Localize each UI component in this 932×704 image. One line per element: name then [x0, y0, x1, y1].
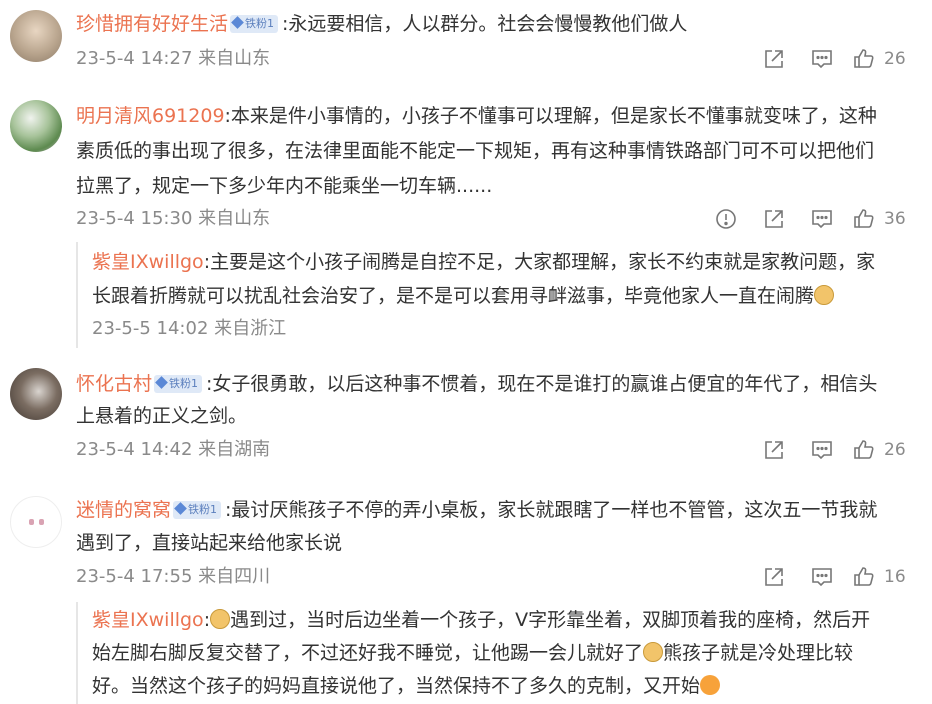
username-link[interactable]: 明月清风691209	[76, 105, 225, 127]
username-link[interactable]: 怀化古村	[76, 373, 152, 395]
avatar-mark	[39, 519, 44, 525]
comment-item: 怀化古村 铁粉1:女子很勇敢，以后这种事不惯着，现在不是谁打的赢谁占便宜的年代了，…	[0, 352, 932, 482]
comment-meta: 23-5-4 14:27 来自山东	[76, 48, 271, 69]
comment-text: 怀化古村 铁粉1:女子很勇敢，以后这种事不惯着，现在不是谁打的赢谁占便宜的年代了，…	[76, 373, 878, 395]
avatar[interactable]	[10, 10, 62, 62]
reply-block: 紫皇IXwillgo:主要是这个小孩子闹腾是自控不足，大家都理解，家长不约束就是…	[76, 242, 914, 348]
reply-text-line: 长跟着折腾就可以扰乱社会治安了，是不是可以套用寻衅滋事，毕竟他家人一直在闹腾	[92, 280, 835, 313]
comment-text-line: 遇到了，直接站起来给他家长说	[76, 532, 343, 554]
comment-icon[interactable]	[798, 564, 846, 590]
like-button[interactable]: 26	[846, 437, 914, 463]
comment-actions: 26	[750, 46, 914, 72]
share-icon[interactable]	[750, 46, 798, 72]
like-count: 26	[884, 49, 906, 69]
comment-item: 迷情的窝窝 铁粉1:最讨厌熊孩子不停的弄小桌板，家长就跟瞎了一样也不管管，这次五一…	[0, 482, 932, 704]
comment-text: 迷情的窝窝 铁粉1:最讨厌熊孩子不停的弄小桌板，家长就跟瞎了一样也不管管，这次五一…	[76, 499, 878, 521]
like-count: 26	[884, 440, 906, 460]
dog-emoji-icon	[814, 285, 835, 305]
reply-meta: 23-5-5 14:02 来自浙江	[92, 318, 287, 339]
thumb-up-icon	[854, 440, 874, 459]
share-icon[interactable]	[750, 437, 798, 463]
comment-meta: 23-5-4 15:30 来自山东	[76, 208, 271, 229]
fan-badge[interactable]: 铁粉1	[154, 375, 203, 393]
diamond-icon	[174, 502, 187, 515]
reply-text: 紫皇IXwillgo: 遇到过，当时后边坐着一个孩子，V字形靠坐着，双脚顶着我的座…	[92, 609, 871, 631]
comment-text: 明月清风691209:本来是件小事情的，小孩子不懂事可以理解，但是家长不懂事就变…	[76, 105, 877, 127]
grin-emoji-icon	[700, 675, 721, 695]
dog-emoji-icon	[643, 642, 664, 662]
fan-badge[interactable]: 铁粉1	[173, 501, 222, 519]
comment-icon[interactable]	[798, 46, 846, 72]
comment-icon[interactable]	[798, 437, 846, 463]
reply-text-line: 好。当然这个孩子的妈妈直接说他了，当然保持不了多久的克制，又开始	[92, 670, 721, 703]
comment-text-line: 拉黑了，规定一下多少年内不能乘坐一切车辆......	[76, 175, 493, 197]
share-icon[interactable]	[750, 564, 798, 590]
diamond-icon	[155, 376, 168, 389]
avatar[interactable]	[10, 100, 62, 152]
username-link[interactable]: 紫皇IXwillgo	[92, 609, 204, 631]
avatar-mark	[29, 519, 34, 525]
comment-item: 明月清风691209:本来是件小事情的，小孩子不懂事可以理解，但是家长不懂事就变…	[0, 90, 932, 352]
report-icon[interactable]	[702, 206, 750, 232]
comment-meta: 23-5-4 17:55 来自四川	[76, 566, 271, 587]
thumb-up-icon	[854, 209, 874, 228]
comment-actions: 26	[750, 437, 914, 463]
username-link[interactable]: 珍惜拥有好好生活	[76, 13, 228, 35]
thumb-up-icon	[854, 567, 874, 586]
comment-actions: 36	[702, 206, 914, 232]
like-count: 36	[884, 209, 906, 229]
reply-text: 紫皇IXwillgo:主要是这个小孩子闹腾是自控不足，大家都理解，家长不约束就是…	[92, 251, 876, 273]
fan-badge[interactable]: 铁粉1	[230, 15, 279, 33]
comment-text: 珍惜拥有好好生活 铁粉1:永远要相信，人以群分。社会会慢慢教他们做人	[76, 13, 688, 35]
comment-text-line: 上悬着的正义之剑。	[76, 405, 248, 427]
dog-emoji-icon	[210, 609, 231, 629]
comment-meta: 23-5-4 14:42 来自湖南	[76, 439, 271, 460]
reply-block: 紫皇IXwillgo: 遇到过，当时后边坐着一个孩子，V字形靠坐着，双脚顶着我的座…	[76, 602, 914, 704]
comment-actions: 16	[750, 564, 914, 590]
avatar[interactable]	[10, 368, 62, 420]
comment-icon[interactable]	[798, 206, 846, 232]
like-button[interactable]: 36	[846, 206, 914, 232]
thumb-up-icon	[854, 49, 874, 68]
diamond-icon	[231, 16, 244, 29]
reply-text-line: 始左脚右脚反复交替了，不过还好我不睡觉，让他踢一会儿就好了 熊孩子就是冷处理比较	[92, 642, 854, 664]
username-link[interactable]: 迷情的窝窝	[76, 499, 171, 521]
avatar[interactable]	[10, 496, 62, 548]
like-button[interactable]: 26	[846, 46, 914, 72]
username-link[interactable]: 紫皇IXwillgo	[92, 251, 204, 273]
like-button[interactable]: 16	[846, 564, 914, 590]
comment-item: 珍惜拥有好好生活 铁粉1:永远要相信，人以群分。社会会慢慢教他们做人 23-5-4…	[0, 0, 932, 90]
like-count: 16	[884, 567, 906, 587]
comment-text-line: 素质低的事出现了很多，在法律里面能不能定一下规矩，再有这种事情铁路部门可不可以把…	[76, 140, 875, 162]
share-icon[interactable]	[750, 206, 798, 232]
